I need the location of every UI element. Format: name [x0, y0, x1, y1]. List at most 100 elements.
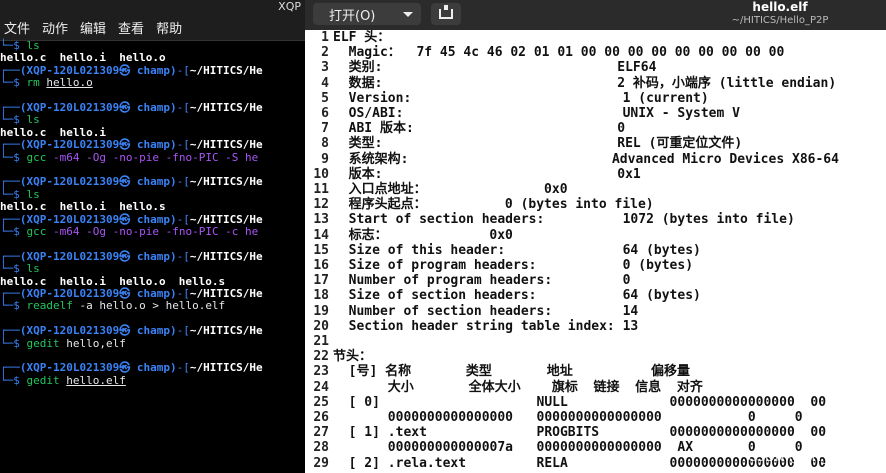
editor-line: 12 程序头起点： 0 (bytes into file) [305, 197, 653, 213]
command-name: gcc [26, 225, 47, 238]
terminal-command: └─$ rm hello.o [0, 77, 93, 89]
line-text: 标志： 0x0 [333, 227, 513, 243]
command-args: hello.o [46, 76, 93, 90]
line-number: 10 [313, 166, 329, 182]
menu-item[interactable]: 查看 [118, 18, 144, 37]
menu-item[interactable]: 动作 [42, 18, 68, 37]
prompt-pwd: ~/HITICS/He [189, 212, 263, 226]
command-name: ls [26, 39, 40, 52]
line-text: [ 1] .text PROGBITS 0000000000000000 00 [333, 425, 827, 441]
command-args: hello.elf [66, 373, 126, 387]
line-text: ELF 头： [333, 30, 391, 45]
open-button-label: 打开(O) [329, 8, 376, 24]
line-text: ABI 版本: 0 [333, 121, 626, 137]
line-text: Number of program headers: 0 [333, 273, 631, 289]
editor-line: 8 类型: REL (可重定位文件) [305, 136, 742, 151]
line-number: 1 [321, 30, 329, 45]
prompt-sep: -[ [176, 249, 190, 263]
line-number: 12 [313, 197, 329, 213]
line-number: 18 [313, 288, 329, 304]
prompt-corner: └─$ [0, 225, 27, 238]
prompt-pwd: ~/HITICS/He [189, 101, 263, 114]
save-icon [439, 5, 453, 19]
terminal-prompt: ┌──(XQP-120L021309㉿ champ)-[~/HITICS/He [0, 362, 263, 374]
prompt-sep: -[ [176, 212, 190, 226]
line-number: 13 [313, 212, 329, 228]
terminal-title: XQP [278, 0, 301, 13]
terminal-command: └─$ gedit hello,elf [0, 336, 126, 350]
command-name: rm [26, 76, 40, 90]
line-text: [号] 名称 类型 地址 偏移量 [333, 364, 690, 380]
command-name: gcc [26, 150, 47, 164]
prompt-sep: -[ [176, 361, 190, 375]
editor-line: 13 Start of section headers: 1072 (bytes… [305, 212, 794, 228]
line-number: 21 [313, 334, 329, 349]
editor-line: 10 版本: 0x1 [305, 166, 640, 182]
command-args: -m64 -Og -no-pie -fno-PIC -S he [53, 150, 259, 164]
command-args: -m64 -Og -no-pie -fno-PIC -c he [53, 225, 259, 238]
prompt-corner: └─$ [0, 373, 27, 387]
prompt-pwd: ~/HITICS/He [189, 361, 263, 375]
line-text: 节头： [333, 349, 373, 365]
terminal-command: └─$ gedit hello.elf [0, 373, 126, 387]
terminal-command: └─$ ls [0, 263, 40, 275]
command-name: readelf [26, 299, 73, 313]
line-text: 入口点地址： 0x0 [333, 182, 568, 197]
editor-line: 24 大小 全体大小 旗标 链接 信息 对齐 [305, 380, 703, 395]
prompt-pwd: ~/HITICS/He [189, 63, 263, 77]
editor-line: 5 Version: 1 (current) [305, 91, 709, 106]
line-text: 大小 全体大小 旗标 链接 信息 对齐 [333, 379, 703, 395]
editor-line: 26 0000000000000000 0000000000000000 0 0 [305, 410, 802, 425]
prompt-corner: ┌── [0, 361, 20, 375]
line-number: 9 [321, 151, 329, 167]
command-name: gedit [26, 336, 60, 350]
terminal-window[interactable]: XQP 文件 动作 编辑 查看 帮助 └─$ ls hello.c hello.i hel… [0, 0, 305, 473]
prompt-corner: ┌── [0, 324, 20, 338]
line-text: 系统架构: Advanced Micro Devices X86-64 [333, 151, 839, 167]
open-button[interactable]: 打开(O) [313, 3, 421, 25]
prompt-sep: -[ [176, 63, 190, 77]
menu-item[interactable]: 编辑 [80, 18, 106, 37]
terminal-titlebar: XQP [0, 0, 305, 14]
prompt-corner: └─$ [0, 262, 27, 276]
editor-line: 23 [号] 名称 类型 地址 偏移量 [305, 364, 690, 379]
prompt-pwd: ~/HITICS/He [189, 249, 263, 263]
prompt-user: (XQP-120L021309㉿ champ) [19, 361, 177, 375]
editor-line: 14 标志： 0x0 [305, 228, 513, 243]
line-number: 2 [321, 45, 329, 61]
line-number: 27 [313, 425, 329, 441]
editor-line: 3 类别: ELF64 [305, 60, 656, 75]
prompt-corner: └─$ [0, 336, 27, 350]
prompt-user: (XQP-120L021309㉿ champ) [19, 138, 177, 152]
line-number: 28 [313, 440, 329, 456]
line-number: 7 [321, 121, 329, 137]
line-number: 22 [313, 349, 329, 365]
command-args: -a hello.o > hello.elf [79, 299, 226, 313]
menu-item[interactable]: 文件 [4, 18, 30, 37]
save-button[interactable] [431, 3, 461, 25]
terminal-command: └─$ gcc -m64 -Og -no-pie -fno-PIC -c he [0, 226, 258, 238]
line-text: 类型: REL (可重定位文件) [333, 136, 743, 152]
command-args: hello,elf [66, 336, 126, 350]
editor-line: 19 Number of section headers: 14 [305, 304, 638, 319]
line-number: 24 [313, 379, 329, 395]
line-number: 23 [313, 364, 329, 380]
menu-item[interactable]: 帮助 [156, 18, 182, 37]
editor-line: 17 Number of program headers: 0 [305, 273, 630, 288]
editor-line: 28 000000000000007a 0000000000000000 AX … [305, 440, 802, 456]
editor-line: 18 Size of section headers: 64 (bytes) [305, 288, 701, 303]
gedit-window[interactable]: 打开(O) hello.elf ~/HITICS/Hello_P2P 1 ELF … [305, 0, 886, 473]
terminal-command: └─$ ls [0, 188, 40, 201]
text-editor[interactable]: 1 ELF 头： 2 Magic： 7f 45 4c 46 02 01 01 00 … [305, 30, 886, 473]
prompt-corner: ┌── [0, 175, 20, 189]
command-name: ls [26, 262, 40, 276]
document-path: ~/HITICS/Hello_P2P [731, 15, 829, 26]
terminal-output-line: hello.c hello.i hello.s [0, 200, 166, 214]
prompt-corner: └─$ [0, 299, 27, 313]
prompt-corner: └─$ [0, 113, 27, 127]
prompt-pwd: ~/HITICS/He [189, 138, 263, 152]
prompt-corner: └─$ [0, 39, 27, 52]
prompt-corner: ┌── [0, 63, 20, 77]
document-title: hello.elf [752, 0, 808, 14]
terminal-output-line: hello.c hello.i hello.o [0, 51, 166, 65]
